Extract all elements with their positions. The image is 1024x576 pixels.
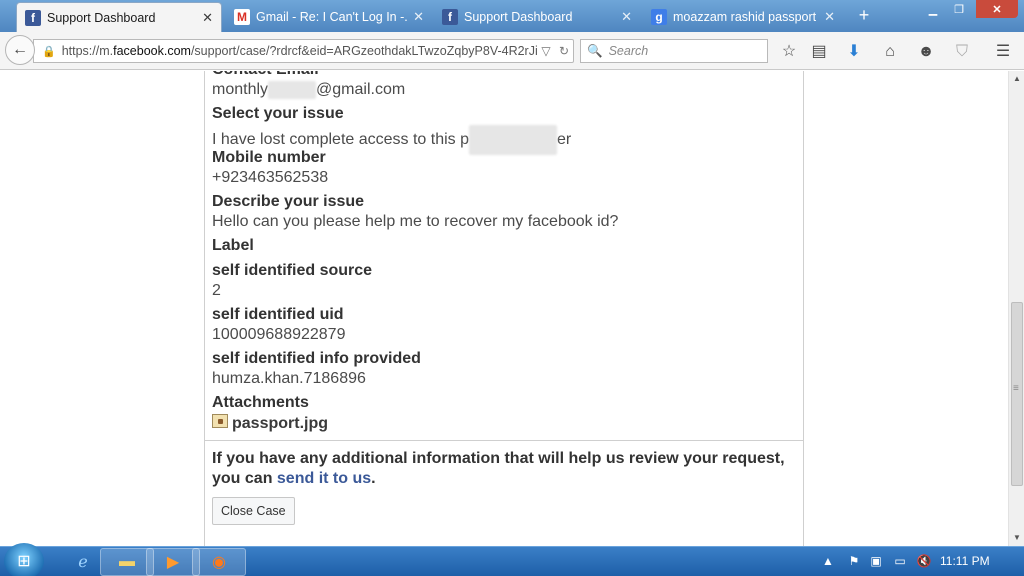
issue-text-end: er: [557, 131, 572, 149]
download-icon[interactable]: ⬇: [843, 41, 865, 63]
close-icon[interactable]: ✕: [824, 9, 835, 25]
start-button[interactable]: ⊞: [4, 543, 44, 576]
mobile-value: +923463562538: [212, 169, 329, 186]
search-placeholder: Search: [608, 44, 649, 58]
url-prefix: https://m.: [61, 44, 114, 58]
volume-muted-icon[interactable]: 🔇: [916, 553, 932, 569]
address-bar[interactable]: 🔒 https://m.facebook.com/support/case/?r…: [33, 39, 574, 63]
url-domain: facebook.com: [113, 44, 191, 58]
home-icon[interactable]: ⌂: [879, 41, 901, 63]
gmail-icon: M: [234, 9, 250, 25]
lock-icon[interactable]: 🔒: [42, 45, 56, 58]
minimize-button[interactable]: ▁: [920, 0, 946, 18]
url-path: /support/case/?rdrcf&eid=ARGzeothdakLTwz…: [190, 44, 537, 58]
tab-strip: f Support Dashboard ✕ M Gmail - Re: I Ca…: [0, 0, 1024, 32]
source-label: self identified source: [212, 262, 373, 279]
page-content: Contact Email monthlyxxxxxx@gmail.com Se…: [0, 71, 1008, 546]
chat-icon[interactable]: ☻: [915, 41, 937, 63]
tab-gmail[interactable]: M Gmail - Re: I Can't Log In -... ✕: [226, 2, 432, 32]
menu-icon[interactable]: ☰: [992, 41, 1014, 63]
maximize-button[interactable]: ❐: [946, 0, 972, 18]
period: .: [371, 470, 376, 487]
tab-label: moazzam rashid passport ...: [673, 10, 819, 24]
url-text[interactable]: https://m.facebook.com/support/case/?rdr…: [62, 44, 537, 58]
uid-label: self identified uid: [212, 306, 344, 323]
info-provided-label: self identified info provided: [212, 350, 421, 367]
tab-support-dashboard-2[interactable]: f Support Dashboard ✕: [434, 2, 640, 32]
issue-label: Select your issue: [212, 105, 344, 122]
additional-info-text: If you have any additional information t…: [212, 449, 792, 489]
facebook-icon: f: [442, 9, 458, 25]
vertical-scrollbar[interactable]: ▲ ▼: [1008, 71, 1024, 546]
uid-value: 100009688922879: [212, 326, 346, 343]
support-case-panel: Contact Email monthlyxxxxxx@gmail.com Se…: [204, 71, 804, 546]
google-icon: g: [651, 9, 667, 25]
shield-icon[interactable]: ⛉: [951, 41, 973, 63]
facebook-icon: f: [25, 9, 41, 26]
mobile-label: Mobile number: [212, 149, 326, 166]
window-close-button[interactable]: ✕: [976, 0, 1018, 18]
redacted-text: xxxxxx: [268, 81, 317, 99]
tab-google-search[interactable]: g moazzam rashid passport ... ✕: [643, 2, 843, 32]
label-heading: Label: [212, 237, 254, 254]
contact-email-value: monthlyxxxxxx@gmail.com: [212, 81, 405, 99]
system-clock[interactable]: 11:11 PM: [940, 554, 990, 568]
back-arrow-icon: ←: [12, 41, 28, 58]
back-button[interactable]: ←: [5, 35, 35, 65]
scroll-up-arrow-icon[interactable]: ▲: [1009, 71, 1024, 87]
describe-value: Hello can you please help me to recover …: [212, 213, 619, 230]
scroll-down-arrow-icon[interactable]: ▼: [1009, 530, 1024, 546]
redacted-text: xxxxxxxxxxx: [469, 125, 558, 155]
network-icon[interactable]: ▭: [892, 553, 908, 569]
device-icon[interactable]: ▣: [868, 553, 884, 569]
close-icon[interactable]: ✕: [202, 10, 213, 26]
issue-text-start: I have lost complete access to this p: [212, 131, 470, 149]
additional-info-box: If you have any additional information t…: [205, 440, 804, 540]
bookmark-star-icon[interactable]: ☆: [778, 41, 800, 63]
action-center-flag-icon[interactable]: ⚑: [846, 553, 862, 569]
scroll-thumb[interactable]: [1011, 302, 1023, 486]
show-hidden-icons-arrow[interactable]: ▲: [820, 553, 836, 569]
close-case-button[interactable]: Close Case: [212, 497, 295, 525]
search-input[interactable]: 🔍 Search: [580, 39, 768, 63]
close-icon[interactable]: ✕: [413, 9, 424, 25]
describe-label: Describe your issue: [212, 193, 365, 210]
attachments-label: Attachments: [212, 394, 309, 411]
attachment-link[interactable]: passport.jpg: [232, 415, 328, 433]
tab-label: Gmail - Re: I Can't Log In -...: [256, 10, 408, 24]
search-icon: 🔍: [587, 43, 603, 58]
windows-logo-icon: ⊞: [17, 553, 31, 570]
windows-taskbar: ⊞ ℯ ▬ ▶ ◉ ▲ ⚑ ▣ ▭ 🔇 11:11 PM: [0, 543, 1024, 576]
dropdown-arrow-icon[interactable]: ▽: [537, 44, 555, 58]
source-value: 2: [212, 282, 221, 299]
new-tab-button[interactable]: +: [853, 4, 875, 26]
firefox-icon[interactable]: ◉: [192, 548, 246, 576]
reload-icon[interactable]: ↻: [555, 44, 573, 58]
image-file-icon: [212, 414, 228, 428]
email-suffix: @gmail.com: [316, 81, 406, 98]
close-icon[interactable]: ✕: [621, 9, 632, 25]
tab-label: Support Dashboard: [464, 10, 573, 24]
tab-support-dashboard-1[interactable]: f Support Dashboard ✕: [16, 2, 222, 32]
info-provided-value: humza.khan.7186896: [212, 370, 366, 387]
reading-list-icon[interactable]: ▤: [808, 41, 830, 63]
tab-label: Support Dashboard: [47, 10, 156, 25]
send-it-to-us-link[interactable]: send it to us: [277, 470, 371, 487]
contact-email-label: Contact Email: [212, 71, 319, 79]
email-prefix: monthly: [212, 81, 269, 98]
navigation-toolbar: 🔒 https://m.facebook.com/support/case/?r…: [0, 32, 1024, 70]
